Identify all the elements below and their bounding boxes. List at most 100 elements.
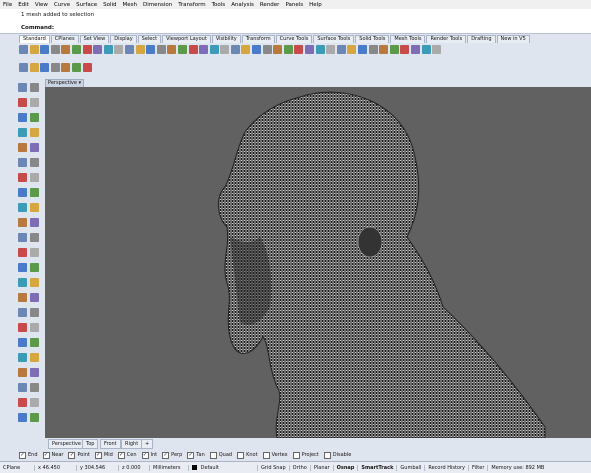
options-icon[interactable] bbox=[336, 45, 346, 54]
menu-tools[interactable]: Tools bbox=[209, 2, 229, 8]
left-tool-icon[interactable] bbox=[18, 383, 27, 392]
toolbar-tab-select[interactable]: Select bbox=[137, 35, 162, 43]
left-tool-icon[interactable] bbox=[18, 368, 27, 377]
menu-curve[interactable]: Curve bbox=[51, 2, 73, 8]
toolbar-tab-cplanes[interactable]: CPlanes bbox=[50, 35, 79, 43]
left-tool-icon[interactable] bbox=[18, 323, 27, 332]
material-icon[interactable] bbox=[252, 45, 262, 54]
tab-perspective[interactable]: Perspective bbox=[48, 439, 85, 449]
osnap-checkbox[interactable]: ✓ bbox=[187, 451, 195, 459]
copy-icon[interactable] bbox=[82, 45, 92, 54]
zoom-selected-icon[interactable] bbox=[177, 45, 187, 54]
filter-toggle[interactable]: Filter bbox=[469, 464, 489, 471]
tab-top[interactable]: Top bbox=[82, 439, 99, 449]
osnap-checkbox[interactable]: ✓ bbox=[162, 451, 170, 459]
planar-toggle[interactable]: Planar bbox=[311, 464, 334, 471]
analyze-icon[interactable] bbox=[400, 45, 410, 54]
properties-icon[interactable] bbox=[230, 45, 240, 54]
left-tool-icon[interactable] bbox=[30, 383, 39, 392]
globe2-icon[interactable] bbox=[432, 45, 442, 54]
undo-icon[interactable] bbox=[103, 45, 113, 54]
left-tool-icon[interactable] bbox=[18, 98, 27, 107]
gear-icon[interactable] bbox=[421, 45, 431, 54]
left-tool-icon[interactable] bbox=[30, 203, 39, 212]
left-tool-icon[interactable] bbox=[18, 278, 27, 287]
save-icon[interactable] bbox=[40, 45, 50, 54]
sphere-icon[interactable] bbox=[283, 45, 293, 54]
cut-icon[interactable] bbox=[71, 45, 81, 54]
arrow-icon[interactable] bbox=[347, 45, 357, 54]
tab-right[interactable]: Right bbox=[121, 439, 143, 449]
left-tool-icon[interactable] bbox=[30, 368, 39, 377]
left-tool-icon[interactable] bbox=[18, 203, 27, 212]
left-tool-icon[interactable] bbox=[18, 398, 27, 407]
osnap-checkbox[interactable] bbox=[237, 451, 245, 459]
left-tool-icon[interactable] bbox=[18, 293, 27, 302]
osnap-end[interactable]: ✓ End bbox=[19, 451, 38, 459]
left-tool-icon[interactable] bbox=[18, 143, 27, 152]
left-tool-icon[interactable] bbox=[18, 248, 27, 257]
viewport-menu-arrow-icon[interactable]: ▾ bbox=[79, 80, 82, 86]
left-tool-icon[interactable] bbox=[18, 338, 27, 347]
toolbar-tab-drafting[interactable]: Drafting bbox=[467, 35, 496, 43]
left-tool-icon[interactable] bbox=[30, 278, 39, 287]
osnap-checkbox[interactable]: ✓ bbox=[42, 451, 50, 459]
left-tool-icon[interactable] bbox=[30, 338, 39, 347]
frame-icon[interactable] bbox=[71, 63, 81, 72]
toolbar-tab-render-tools[interactable]: Render Tools bbox=[426, 35, 467, 43]
smarttrack-toggle[interactable]: SmartTrack bbox=[358, 464, 398, 471]
zoom-extents-icon[interactable] bbox=[167, 45, 177, 54]
osnap-knot[interactable]: Knot bbox=[237, 451, 258, 459]
osnap-checkbox[interactable]: ✓ bbox=[19, 451, 26, 459]
menu-analysis[interactable]: Analysis bbox=[228, 2, 257, 8]
left-tool-icon[interactable] bbox=[18, 263, 27, 272]
pan-icon[interactable] bbox=[124, 45, 134, 54]
osnap-checkbox[interactable]: ✓ bbox=[94, 451, 102, 459]
record-history-toggle[interactable]: Record History bbox=[425, 464, 469, 471]
toolbar-tab-new-in-v5[interactable]: New in V5 bbox=[496, 35, 530, 43]
green-render-icon[interactable] bbox=[50, 63, 60, 72]
circle-icon[interactable] bbox=[294, 45, 304, 54]
command-line[interactable]: Command: bbox=[0, 23, 591, 34]
render-icon[interactable] bbox=[262, 45, 272, 54]
line-icon[interactable] bbox=[379, 45, 389, 54]
osnap-tan[interactable]: ✓ Tan bbox=[187, 451, 205, 459]
menu-solid[interactable]: Solid bbox=[100, 2, 119, 8]
osnap-project[interactable]: Project bbox=[292, 451, 319, 459]
menu-file[interactable]: File bbox=[0, 2, 15, 8]
rotate-view-icon[interactable] bbox=[135, 45, 145, 54]
osnap-quad[interactable]: Quad bbox=[209, 451, 232, 459]
blue-sphere-icon[interactable] bbox=[29, 63, 39, 72]
snap-icon[interactable] bbox=[358, 45, 367, 54]
zoom-window-icon[interactable] bbox=[156, 45, 166, 54]
left-tool-icon[interactable] bbox=[30, 113, 39, 122]
paste-icon[interactable] bbox=[93, 45, 103, 54]
layer-icon[interactable] bbox=[241, 45, 251, 54]
toolbar-tab-set-view[interactable]: Set View bbox=[79, 35, 110, 43]
gumball-toggle[interactable]: Gumball bbox=[397, 464, 426, 471]
menu-mesh[interactable]: Mesh bbox=[120, 2, 140, 8]
new-file-icon[interactable] bbox=[19, 45, 28, 54]
left-tool-icon[interactable] bbox=[18, 413, 27, 422]
left-tool-icon[interactable] bbox=[30, 353, 39, 362]
osnap-checkbox[interactable]: ✓ bbox=[117, 451, 125, 459]
left-tool-icon[interactable] bbox=[30, 98, 39, 107]
toolbar-tab-surface-tools[interactable]: Surface Tools bbox=[313, 35, 355, 43]
left-tool-icon[interactable] bbox=[30, 413, 39, 422]
left-tool-icon[interactable] bbox=[18, 128, 27, 137]
tab-add[interactable]: + bbox=[141, 439, 154, 449]
globe-icon[interactable] bbox=[305, 45, 315, 54]
osnap-toggle[interactable]: Osnap bbox=[334, 464, 359, 471]
toolbar-tab-display[interactable]: Display bbox=[110, 35, 137, 43]
left-tool-icon[interactable] bbox=[18, 188, 27, 197]
osnap-near[interactable]: ✓ Near bbox=[42, 451, 63, 459]
left-tool-icon[interactable] bbox=[30, 323, 39, 332]
undo-view-icon[interactable] bbox=[188, 45, 198, 54]
osnap-checkbox[interactable] bbox=[262, 451, 270, 459]
tab-front[interactable]: Front bbox=[100, 439, 121, 449]
perspective-viewport[interactable] bbox=[45, 87, 591, 438]
settings-icon[interactable] bbox=[315, 45, 325, 54]
osnap-checkbox[interactable] bbox=[323, 451, 331, 459]
menu-help[interactable]: Help bbox=[306, 2, 325, 8]
osnap-perp[interactable]: ✓ Perp bbox=[162, 451, 182, 459]
